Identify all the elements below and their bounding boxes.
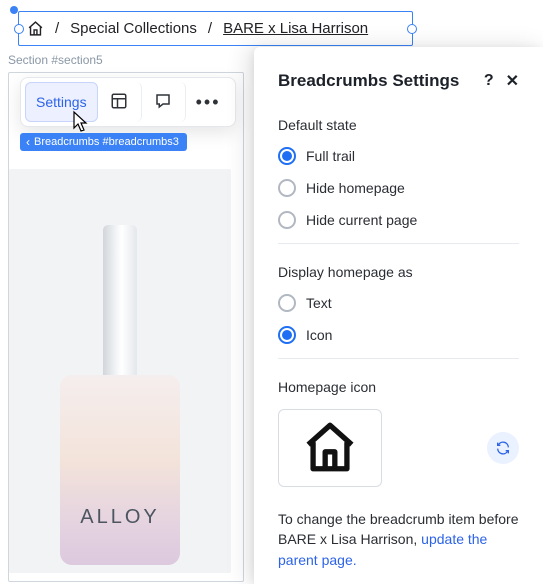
more-icon: ••• [196, 92, 221, 113]
radio-icon [278, 179, 296, 197]
breadcrumb-separator: / [55, 20, 59, 37]
radio-label: Text [306, 295, 332, 311]
section-label: Section #section5 [8, 53, 103, 67]
breadcrumb-trail: / Special Collections / BARE x Lisa Harr… [27, 12, 404, 45]
radio-hide-current-page[interactable]: Hide current page [278, 211, 519, 229]
radio-label: Hide homepage [306, 180, 405, 196]
settings-button-label: Settings [36, 94, 87, 110]
radio-icon [278, 294, 296, 312]
home-icon[interactable] [27, 20, 44, 37]
layout-button[interactable] [98, 82, 142, 122]
comment-button[interactable] [142, 82, 186, 122]
product-brand: ALLOY [60, 506, 180, 529]
radio-icon [278, 147, 296, 165]
display-homepage-title: Display homepage as [278, 264, 519, 280]
breadcrumb-item[interactable]: Special Collections [70, 20, 197, 37]
layout-icon [110, 92, 128, 113]
radio-label: Hide current page [306, 212, 417, 228]
breadcrumb-separator: / [208, 20, 212, 37]
refresh-icon [495, 440, 511, 456]
breadcrumb-item-current[interactable]: BARE x Lisa Harrison [223, 20, 368, 37]
parent-page-note: To change the breadcrumb item before BAR… [278, 509, 519, 570]
homepage-icon-label: Homepage icon [278, 379, 519, 395]
element-toolbar: Settings ••• [20, 77, 236, 127]
more-button[interactable]: ••• [186, 82, 231, 122]
radio-label: Full trail [306, 148, 355, 164]
breadcrumb-selection-box[interactable]: / Special Collections / BARE x Lisa Harr… [18, 11, 413, 46]
product-image: ALLOY [9, 169, 231, 573]
radio-home-text[interactable]: Text [278, 294, 519, 312]
element-tag-label: Breadcrumbs #breadcrumbs3 [34, 136, 179, 148]
radio-hide-homepage[interactable]: Hide homepage [278, 179, 519, 197]
breadcrumbs-settings-panel: Breadcrumbs Settings ? ✕ Default state F… [254, 47, 543, 584]
homepage-icon-preview[interactable] [278, 409, 382, 487]
radio-home-icon[interactable]: Icon [278, 326, 519, 344]
radio-icon [278, 211, 296, 229]
selection-corner-dot [10, 6, 18, 14]
settings-button[interactable]: Settings [25, 82, 98, 122]
radio-icon [278, 326, 296, 344]
comment-icon [154, 92, 172, 113]
selection-handle-left[interactable] [14, 24, 24, 34]
element-tag[interactable]: Breadcrumbs #breadcrumbs3 [20, 133, 187, 151]
default-state-title: Default state [278, 117, 519, 133]
selection-handle-right[interactable] [407, 24, 417, 34]
help-button[interactable]: ? [484, 72, 494, 90]
panel-title: Breadcrumbs Settings [278, 71, 459, 91]
radio-label: Icon [306, 327, 332, 343]
divider [278, 358, 519, 359]
radio-full-trail[interactable]: Full trail [278, 147, 519, 165]
close-button[interactable]: ✕ [506, 71, 519, 91]
reset-icon-button[interactable] [487, 432, 519, 464]
home-icon [301, 418, 359, 479]
divider [278, 243, 519, 244]
